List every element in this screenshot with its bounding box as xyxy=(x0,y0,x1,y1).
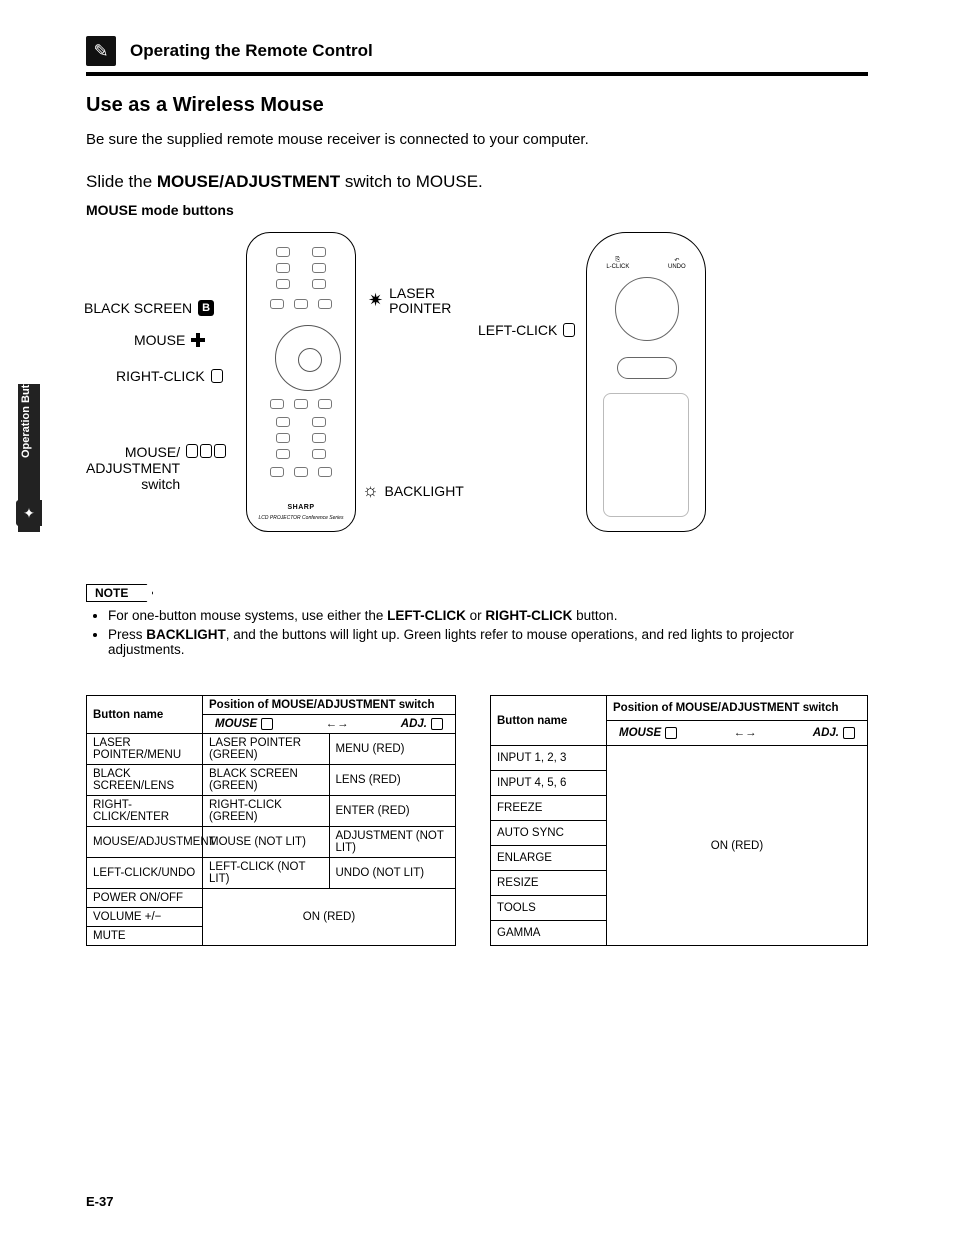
note-label: NOTE xyxy=(86,584,153,602)
switch-icon xyxy=(200,444,212,458)
table-row: MOUSE/ADJUSTMENTMOUSE (NOT LIT)ADJUSTMEN… xyxy=(87,827,456,858)
page-header: ✎ Operating the Remote Control xyxy=(86,36,868,66)
mouse-mode-icon xyxy=(261,718,273,730)
table-row: RIGHT-CLICK/ENTERRIGHT-CLICK (GREEN)ENTE… xyxy=(87,796,456,827)
page-header-title: Operating the Remote Control xyxy=(130,41,373,61)
intro-text: Be sure the supplied remote mouse receiv… xyxy=(86,131,868,148)
mode-header: MOUSE ←→ ADJ. xyxy=(203,715,456,734)
switch-icon xyxy=(186,444,198,458)
adj-mode-icon xyxy=(431,718,443,730)
adj-mode-icon xyxy=(843,727,855,739)
mode-header: MOUSE ←→ ADJ. xyxy=(607,721,868,746)
laser-icon xyxy=(368,291,383,311)
dpad-icon xyxy=(191,333,205,347)
col-position: Position of MOUSE/ADJUSTMENT switch xyxy=(203,696,456,715)
remote-header-icon: ✎ xyxy=(86,36,116,66)
click-icon xyxy=(211,369,223,383)
table-row: POWER ON/OFFON (RED) xyxy=(87,889,456,908)
table-row: LASER POINTER/MENULASER POINTER (GREEN)M… xyxy=(87,734,456,765)
header-rule xyxy=(86,72,868,76)
remote-subtitle: LCD PROJECTOR Conference Series xyxy=(247,515,355,521)
col-button-name: Button name xyxy=(491,696,607,746)
callout-right-click: RIGHT-CLICK xyxy=(116,368,223,384)
click-icon xyxy=(563,323,575,337)
callout-mouse: MOUSE xyxy=(134,332,205,348)
button-table-left: Button name Position of MOUSE/ADJUSTMENT… xyxy=(86,695,456,946)
button-table-right: Button name Position of MOUSE/ADJUSTMENT… xyxy=(490,695,868,946)
mouse-mode-icon xyxy=(665,727,677,739)
slide-instruction: Slide the MOUSE/ADJUSTMENT switch to MOU… xyxy=(86,172,868,192)
black-screen-icon: B xyxy=(198,300,214,316)
diagram-area: B BLACK SCREEN MOUSE RIGHT-CLICK MOUSE/ … xyxy=(86,232,868,572)
table-row: BLACK SCREEN/LENSBLACK SCREEN (GREEN)LEN… xyxy=(87,765,456,796)
note-section: NOTE For one-button mouse systems, use e… xyxy=(86,584,868,657)
callout-left-click: LEFT-CLICK xyxy=(478,322,575,338)
mode-buttons-label: MOUSE mode buttons xyxy=(86,202,868,218)
switch-icon xyxy=(214,444,226,458)
section-heading: Use as a Wireless Mouse xyxy=(86,94,868,117)
table-row: INPUT 1, 2, 3ON (RED) xyxy=(491,746,868,771)
callout-laser-pointer: LASERPOINTER xyxy=(368,286,451,317)
backlight-icon xyxy=(362,480,379,501)
col-button-name: Button name xyxy=(87,696,203,734)
note-item: For one-button mouse systems, use either… xyxy=(108,608,868,623)
remote-side-diagram: ⎘L-CLICK ↶UNDO xyxy=(586,232,706,532)
note-item: Press BACKLIGHT, and the buttons will li… xyxy=(108,627,868,657)
table-row: LEFT-CLICK/UNDOLEFT-CLICK (NOT LIT)UNDO … xyxy=(87,858,456,889)
col-position: Position of MOUSE/ADJUSTMENT switch xyxy=(607,696,868,721)
page-number: E-37 xyxy=(86,1194,113,1209)
remote-front-diagram: SHARP LCD PROJECTOR Conference Series xyxy=(246,232,356,532)
callout-mouse-adj-switch: MOUSE/ ADJUSTMENT switch xyxy=(86,444,226,492)
callout-black-screen: B BLACK SCREEN xyxy=(84,300,214,316)
remote-brand: SHARP xyxy=(247,504,355,511)
callout-backlight: BACKLIGHT xyxy=(362,480,464,501)
